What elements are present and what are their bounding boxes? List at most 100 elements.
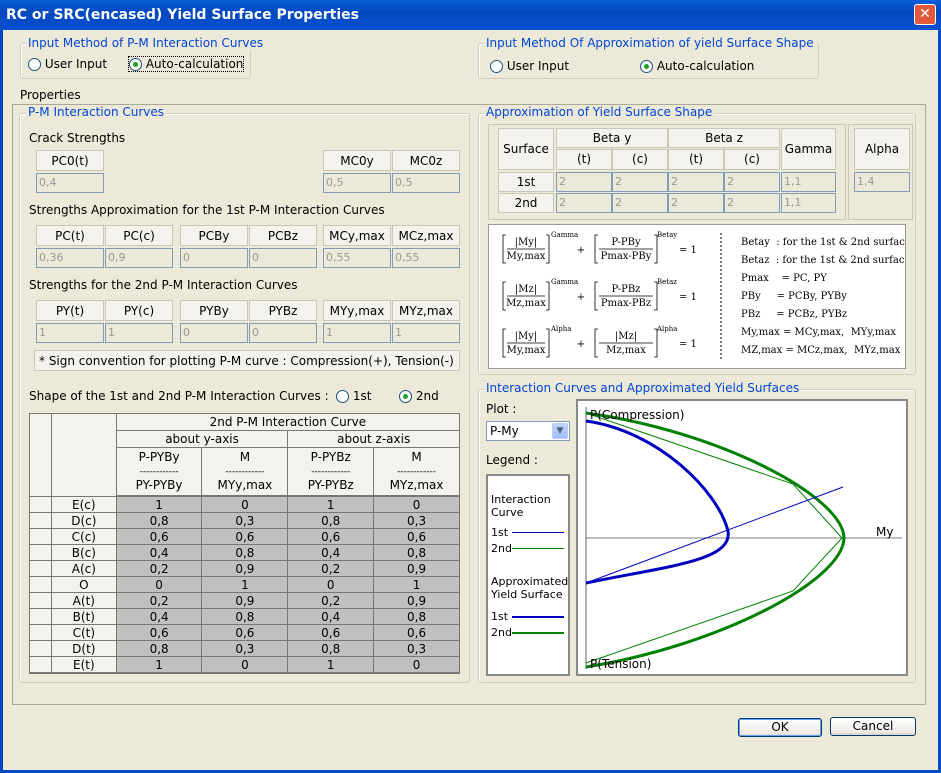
beta-z-t-1st[interactable]: 2	[668, 172, 724, 192]
approx-user-radio[interactable]: User Input	[490, 59, 569, 73]
table-cell[interactable]: 1	[373, 576, 460, 593]
gamma-1st[interactable]: 1,1	[781, 172, 836, 192]
table-cell[interactable]: 0,8	[115, 512, 203, 529]
beta-y-c-1st[interactable]: 2	[612, 172, 668, 192]
table-cell[interactable]: 0,9	[373, 592, 460, 609]
beta-y-t-1st[interactable]: 2	[556, 172, 612, 192]
row-selector[interactable]	[29, 560, 52, 577]
mc0y-field[interactable]: 0,5	[323, 173, 391, 193]
row-selector[interactable]	[29, 544, 52, 561]
alpha-field[interactable]: 1,4	[854, 172, 910, 192]
row-selector[interactable]	[29, 576, 52, 593]
table-cell[interactable]: 0,8	[287, 640, 375, 657]
table-cell[interactable]: 0,4	[287, 544, 375, 561]
row-selector[interactable]	[29, 608, 52, 625]
table-cell[interactable]: 0,3	[373, 512, 460, 529]
first-heading: Strengths Approximation for the 1st P-M …	[29, 203, 385, 217]
row-selector[interactable]	[29, 624, 52, 641]
row-selector[interactable]	[29, 496, 52, 513]
pct-header: PC(t)	[36, 225, 104, 246]
table-cell[interactable]: 0,9	[201, 560, 289, 577]
approx-auto-radio[interactable]: Auto-calculation	[640, 59, 754, 73]
col-header-3: P-PYBz ------------ PY-PYBz	[287, 446, 375, 496]
table-cell[interactable]: 1	[115, 496, 203, 513]
equals-sign: = 1	[679, 245, 697, 256]
pcbz-field[interactable]: 0	[249, 248, 317, 268]
mczmax-field[interactable]: 0,55	[392, 248, 460, 268]
table-cell[interactable]: 0,3	[201, 512, 289, 529]
table-cell[interactable]: 1	[287, 656, 375, 673]
table-cell[interactable]: 0,2	[287, 592, 375, 609]
row-selector[interactable]	[29, 656, 52, 673]
pcby-field[interactable]: 0	[180, 248, 248, 268]
table-cell[interactable]: 0,3	[201, 640, 289, 657]
table-cell[interactable]: 1	[287, 496, 375, 513]
table-cell[interactable]: 0,3	[373, 640, 460, 657]
beta-z-c-1st[interactable]: 2	[724, 172, 780, 192]
beta-y-c-2nd[interactable]: 2	[612, 193, 668, 213]
ok-button[interactable]: OK	[738, 718, 822, 737]
plot-label: Plot :	[486, 402, 517, 416]
table-cell[interactable]: 0,6	[115, 528, 203, 545]
row-selector[interactable]	[29, 512, 52, 529]
pyt-field[interactable]: 1	[36, 323, 104, 343]
table-cell[interactable]: 0,6	[201, 528, 289, 545]
table-cell[interactable]: 0,4	[115, 544, 203, 561]
plot-select[interactable]: P-My ▼	[486, 421, 570, 441]
table-cell[interactable]: 0,8	[373, 608, 460, 625]
table-cell[interactable]: 0,2	[287, 560, 375, 577]
table-cell[interactable]: 0,8	[373, 544, 460, 561]
table-cell[interactable]: 0,4	[115, 608, 203, 625]
pyby-field[interactable]: 0	[180, 323, 248, 343]
pyc-field[interactable]: 1	[105, 323, 173, 343]
row-selector[interactable]	[29, 640, 52, 657]
pybz-field[interactable]: 0	[249, 323, 317, 343]
pcc-field[interactable]: 0,9	[105, 248, 173, 268]
chevron-down-icon[interactable]: ▼	[552, 423, 568, 439]
table-cell[interactable]: 1	[115, 656, 203, 673]
table-cell[interactable]: 0	[373, 496, 460, 513]
beta-z-t-2nd[interactable]: 2	[668, 193, 724, 213]
table-cell[interactable]: 0	[201, 656, 289, 673]
table-cell[interactable]: 0,2	[115, 592, 203, 609]
row-selector[interactable]	[29, 592, 52, 609]
table-cell[interactable]: 0,6	[115, 624, 203, 641]
shape-1st-radio[interactable]: 1st	[336, 389, 371, 403]
myzmax-field[interactable]: 1	[392, 323, 460, 343]
table-row: D(c) 0,8 0,3 0,8 0,3	[29, 512, 460, 529]
table-cell[interactable]: 0,4	[287, 608, 375, 625]
beta-y-t-2nd[interactable]: 2	[556, 193, 612, 213]
table-cell[interactable]: 0,8	[201, 544, 289, 561]
table-cell[interactable]: 0,8	[287, 512, 375, 529]
table-cell[interactable]: 0,6	[201, 624, 289, 641]
input-user-radio[interactable]: User Input	[28, 57, 107, 71]
shape-2nd-radio[interactable]: 2nd	[399, 389, 439, 403]
table-cell[interactable]: 0	[201, 496, 289, 513]
table-cell[interactable]: 1	[201, 576, 289, 593]
table-cell[interactable]: 0,6	[287, 528, 375, 545]
table-cell[interactable]: 0	[373, 656, 460, 673]
cancel-button[interactable]: Cancel	[830, 717, 916, 736]
table-cell[interactable]: 0,8	[115, 640, 203, 657]
mcymax-field[interactable]: 0,55	[323, 248, 391, 268]
pct-field[interactable]: 0,36	[36, 248, 104, 268]
table-cell[interactable]: 0,6	[287, 624, 375, 641]
table-cell[interactable]: 0,9	[373, 560, 460, 577]
input-auto-radio[interactable]: Auto-calculation	[127, 56, 245, 72]
shape-table: 2nd P-M Interaction Curve about y-axis a…	[29, 413, 461, 673]
row-selector[interactable]	[29, 528, 52, 545]
table-cell[interactable]: 0	[287, 576, 375, 593]
table-cell[interactable]: 0	[115, 576, 203, 593]
gamma-2nd[interactable]: 1,1	[781, 193, 836, 213]
table-cell[interactable]: 0,6	[373, 624, 460, 641]
table-cell[interactable]: 0,2	[115, 560, 203, 577]
table-cell[interactable]: 0,8	[201, 608, 289, 625]
close-button[interactable]: ✕	[914, 4, 936, 25]
table-cell[interactable]: 0,6	[373, 528, 460, 545]
surface-2nd: 2nd	[498, 193, 554, 213]
table-cell[interactable]: 0,9	[201, 592, 289, 609]
beta-z-c-2nd[interactable]: 2	[724, 193, 780, 213]
mc0z-field[interactable]: 0,5	[392, 173, 460, 193]
pc0t-field[interactable]: 0,4	[36, 173, 104, 193]
myymax-field[interactable]: 1	[323, 323, 391, 343]
